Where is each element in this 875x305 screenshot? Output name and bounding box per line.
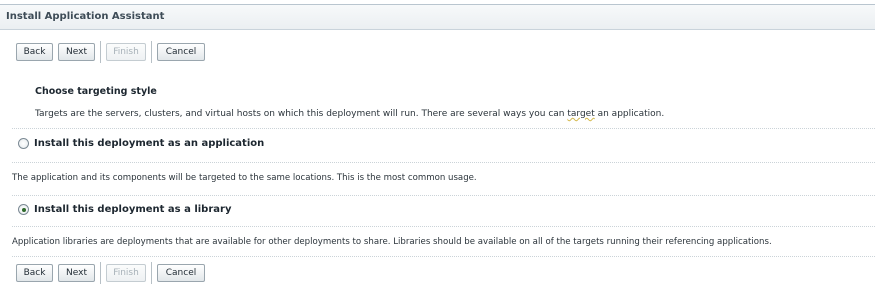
bottom-button-row: Back Next Finish Cancel xyxy=(16,262,210,284)
divider xyxy=(12,195,875,196)
top-button-row: Back Next Finish Cancel xyxy=(16,41,210,63)
install-application-assistant-panel: Install Application Assistant Back Next … xyxy=(0,0,875,305)
description-text-start: Targets are the servers, clusters, and v… xyxy=(35,109,568,119)
next-button-bottom[interactable]: Next xyxy=(58,264,95,282)
button-divider xyxy=(100,41,101,63)
divider xyxy=(12,226,875,227)
button-divider xyxy=(151,41,152,63)
description-text-end: an application. xyxy=(594,109,665,119)
cancel-button-bottom[interactable]: Cancel xyxy=(157,264,205,282)
option-library-label[interactable]: Install this deployment as a library xyxy=(34,204,231,215)
radio-library[interactable] xyxy=(18,204,29,215)
option-library-note: Application libraries are deployments th… xyxy=(12,237,772,247)
back-button-bottom[interactable]: Back xyxy=(16,264,53,282)
assistant-title-bar: Install Application Assistant xyxy=(0,4,875,30)
finish-button-top: Finish xyxy=(106,43,146,61)
back-button-top[interactable]: Back xyxy=(16,43,53,61)
divider xyxy=(12,128,875,129)
button-divider xyxy=(100,262,101,284)
section-description: Targets are the servers, clusters, and v… xyxy=(35,109,664,119)
divider xyxy=(12,162,875,163)
option-application-note: The application and its components will … xyxy=(12,173,477,183)
divider xyxy=(12,256,875,257)
next-button-top[interactable]: Next xyxy=(58,43,95,61)
finish-button-bottom: Finish xyxy=(106,264,146,282)
spellcheck-flagged-word: target xyxy=(567,109,595,119)
option-install-as-library[interactable]: Install this deployment as a library xyxy=(18,204,231,215)
cancel-button-top[interactable]: Cancel xyxy=(157,43,205,61)
button-divider xyxy=(151,262,152,284)
option-application-label[interactable]: Install this deployment as an applicatio… xyxy=(34,138,264,149)
radio-application[interactable] xyxy=(18,138,29,149)
assistant-title: Install Application Assistant xyxy=(6,11,165,22)
section-heading: Choose targeting style xyxy=(35,86,157,97)
option-install-as-application[interactable]: Install this deployment as an applicatio… xyxy=(18,138,264,149)
